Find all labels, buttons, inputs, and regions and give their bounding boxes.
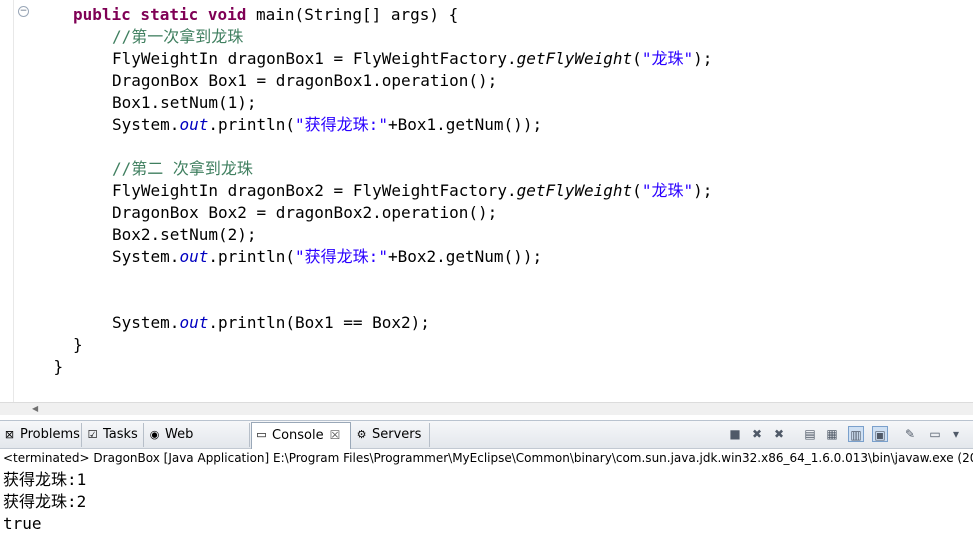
code-line: DragonBox Box2 = dragonBox2.operation(); — [112, 202, 497, 224]
code-token: //第一次拿到龙珠 — [112, 27, 244, 46]
code-line: FlyWeightIn dragonBox1 = FlyWeightFactor… — [112, 48, 712, 70]
remove-launch-icon[interactable]: ✖ — [749, 426, 765, 442]
code-token: ); — [693, 181, 713, 200]
code-line: System.out.println("获得龙珠:"+Box1.getNum()… — [112, 114, 542, 136]
console-output-line: 获得龙珠:1 — [3, 470, 87, 489]
code-line: DragonBox Box1 = dragonBox1.operation(); — [112, 70, 497, 92]
code-token: main(String[] args) { — [246, 5, 459, 24]
tab-label: Console — [272, 428, 324, 443]
console-output-line: 获得龙珠:2 — [3, 492, 87, 511]
code-token: FlyWeightIn dragonBox2 = FlyWeightFactor… — [112, 181, 517, 200]
code-token: System. — [112, 115, 180, 134]
tab-problems[interactable]: ⊠ Problems — [0, 423, 82, 447]
scroll-left-arrow-icon[interactable]: ◀ — [32, 403, 38, 415]
code-token: getFlyWeight — [516, 181, 633, 200]
remove-all-terminated-icon[interactable]: ✖ — [771, 426, 787, 442]
view-menu-icon[interactable]: ▾ — [948, 426, 964, 442]
servers-icon: ⚙ — [356, 428, 367, 441]
close-tab-icon[interactable]: ☒ — [330, 428, 341, 442]
code-token: ( — [632, 49, 642, 68]
code-token: ); — [693, 49, 713, 68]
tab-console[interactable]: ▭ Console ☒ — [251, 422, 351, 449]
code-line: public static void main(String[] args) { — [73, 4, 458, 26]
code-line: System.out.println("获得龙珠:"+Box2.getNum()… — [112, 246, 542, 268]
tab-label: Problems — [20, 427, 80, 442]
code-token: //第二 次拿到龙珠 — [112, 159, 253, 178]
code-token: .println( — [208, 247, 296, 266]
problems-icon: ⊠ — [4, 428, 15, 441]
tab-label: Tasks — [103, 427, 138, 442]
fold-collapse-icon[interactable]: − — [18, 6, 29, 17]
display-selected-console-icon[interactable]: ▭ — [927, 426, 943, 442]
code-token: "龙珠" — [641, 49, 694, 68]
code-token: +Box1.getNum()); — [387, 115, 543, 134]
code-token: getFlyWeight — [516, 49, 633, 68]
show-console-on-output-icon[interactable]: ▣ — [872, 426, 888, 442]
code-token: out — [179, 115, 209, 134]
code-line: Box2.setNum(2); — [112, 224, 257, 246]
console-process-header: <terminated> DragonBox [Java Application… — [0, 449, 973, 467]
code-token: +Box2.getNum()); — [387, 247, 543, 266]
pin-console-icon[interactable]: ✎ — [902, 426, 918, 442]
clear-console-icon[interactable]: ▤ — [802, 426, 818, 442]
code-line: FlyWeightIn dragonBox2 = FlyWeightFactor… — [112, 180, 712, 202]
code-token: System. — [112, 313, 180, 332]
code-token: public static void — [73, 5, 247, 24]
code-token: ( — [632, 181, 642, 200]
console-output-line: true — [3, 514, 42, 533]
tasks-icon: ☑ — [87, 428, 98, 441]
console-icon: ▭ — [256, 428, 267, 441]
code-token: "获得龙珠:" — [295, 115, 388, 134]
code-token: DragonBox Box1 = dragonBox1.operation(); — [112, 71, 498, 90]
code-token: out — [179, 313, 209, 332]
code-token: Box1.setNum(1); — [112, 93, 257, 112]
view-tab-bar: ⊠ Problems ☑ Tasks ◉Web Browser ▭ Console ☒ ⚙ Ser… — [0, 420, 973, 466]
tab-servers[interactable]: ⚙ Servers — [352, 423, 430, 447]
code-token: DragonBox Box2 = dragonBox2.operation(); — [112, 203, 498, 222]
code-token: "获得龙珠:" — [295, 247, 388, 266]
code-editor[interactable]: − public static void main(String[] args)… — [0, 0, 973, 402]
terminate-icon[interactable]: ■ — [727, 426, 743, 442]
tab-web-browser[interactable]: ◉Web Browser — [145, 423, 250, 466]
code-token: "龙珠" — [641, 181, 694, 200]
code-token: FlyWeightIn dragonBox1 = FlyWeightFactor… — [112, 49, 517, 68]
console-output: 获得龙珠:1 获得龙珠:2 true — [3, 469, 86, 535]
code-line: //第二 次拿到龙珠 — [112, 158, 253, 180]
code-token: } — [53, 357, 64, 376]
code-token: .println( — [208, 115, 296, 134]
scroll-lock-icon[interactable]: ▦ — [824, 426, 840, 442]
code-token: .println(Box1 == Box2); — [208, 313, 430, 332]
code-line: } — [54, 356, 64, 378]
code-token: Box2.setNum(2); — [112, 225, 257, 244]
web-browser-icon: ◉ — [149, 428, 160, 441]
code-line: Box1.setNum(1); — [112, 92, 257, 114]
code-token: } — [73, 335, 83, 354]
code-line: } — [73, 334, 83, 356]
word-wrap-icon[interactable]: ▥ — [848, 426, 864, 442]
code-line: System.out.println(Box1 == Box2); — [112, 312, 430, 334]
tab-tasks[interactable]: ☑ Tasks — [83, 423, 144, 447]
tab-label: Servers — [372, 427, 422, 442]
editor-gutter — [0, 0, 14, 402]
code-token: System. — [112, 247, 180, 266]
code-token: out — [179, 247, 209, 266]
editor-horizontal-scrollbar[interactable]: ◀ — [0, 402, 973, 415]
code-line: //第一次拿到龙珠 — [112, 26, 243, 48]
